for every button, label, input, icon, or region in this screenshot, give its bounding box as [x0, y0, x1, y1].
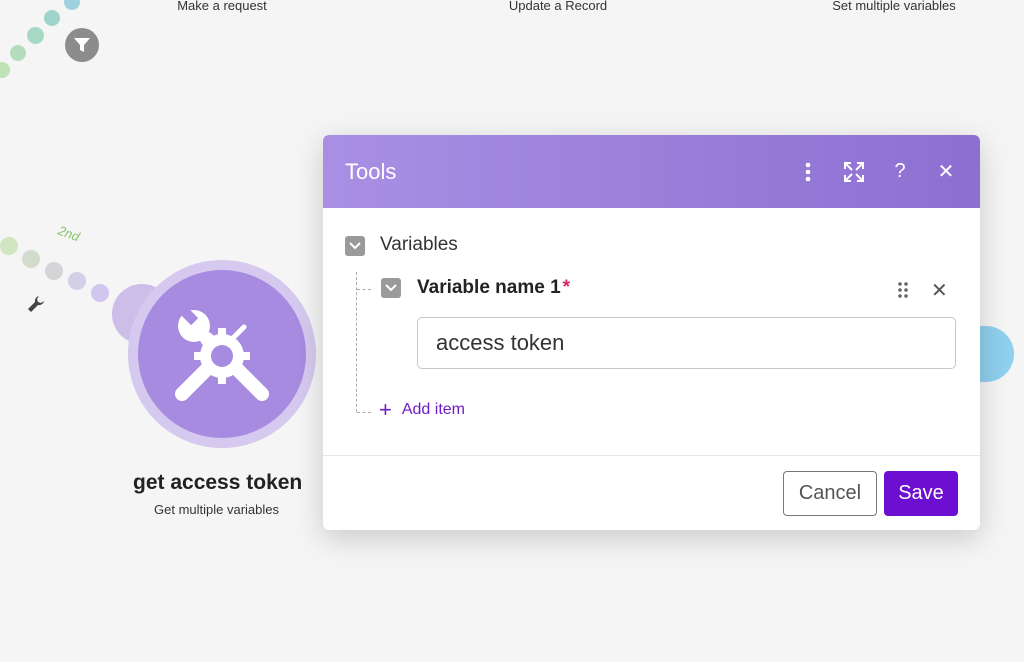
module-subtitle: Get multiple variables [154, 502, 279, 517]
connector-dot [64, 0, 80, 10]
module-label-make-request: Make a request [177, 0, 267, 13]
chevron-down-icon [385, 284, 397, 292]
connector-dot [0, 237, 18, 255]
remove-item-icon[interactable]: ✕ [931, 278, 948, 303]
module-label-update-record: Update a Record [508, 0, 608, 13]
filter-icon[interactable] [65, 28, 99, 62]
plus-icon: + [379, 397, 392, 422]
dialog-title: Tools [345, 158, 397, 184]
save-button[interactable]: Save [884, 471, 958, 516]
dialog-footer: Cancel Save [323, 455, 980, 530]
module-title[interactable]: get access token [133, 471, 302, 495]
module-label-set-variables: Set multiple variables [832, 0, 956, 13]
tree-connector [356, 272, 357, 412]
tree-connector [357, 412, 371, 413]
expand-icon[interactable] [842, 160, 866, 184]
connector-dot [44, 10, 60, 26]
variable-name-input[interactable] [417, 317, 956, 369]
tools-dialog: Tools ? ✕ Variables Variable name 1 * ✕ … [323, 135, 980, 530]
tools-icon [175, 306, 269, 401]
help-icon[interactable]: ? [888, 160, 912, 184]
variables-section-label: Variables [380, 234, 458, 255]
connector-dot [45, 262, 63, 280]
variable-name-text: Variable name 1 [417, 277, 561, 298]
dialog-header[interactable]: Tools ? ✕ [323, 135, 980, 208]
required-marker: * [562, 277, 571, 298]
execution-order-label: 2nd [56, 222, 82, 245]
connector-dot [22, 250, 40, 268]
collapse-item-toggle[interactable] [381, 278, 401, 298]
module-core[interactable] [138, 270, 306, 438]
connector-dot [10, 45, 26, 61]
add-item-label: Add item [401, 401, 465, 418]
drag-handle-icon[interactable] [897, 281, 909, 304]
close-icon[interactable]: ✕ [934, 160, 958, 184]
collapse-variables-toggle[interactable] [345, 236, 365, 256]
chevron-down-icon [349, 242, 361, 250]
tree-connector [357, 289, 371, 290]
add-item-button[interactable]: + Add item [379, 397, 465, 422]
next-module-bubble[interactable] [976, 326, 1014, 382]
connector-dot [91, 284, 109, 302]
wrench-icon[interactable] [26, 294, 46, 319]
connector-dot [68, 272, 86, 290]
more-vertical-icon[interactable] [796, 160, 820, 184]
dialog-body: Variables Variable name 1* ✕ + Add item [323, 208, 980, 455]
cancel-button[interactable]: Cancel [783, 471, 877, 516]
connector-dot [0, 62, 10, 78]
variable-name-label: Variable name 1 * [417, 277, 570, 299]
connector-dot [27, 27, 44, 44]
